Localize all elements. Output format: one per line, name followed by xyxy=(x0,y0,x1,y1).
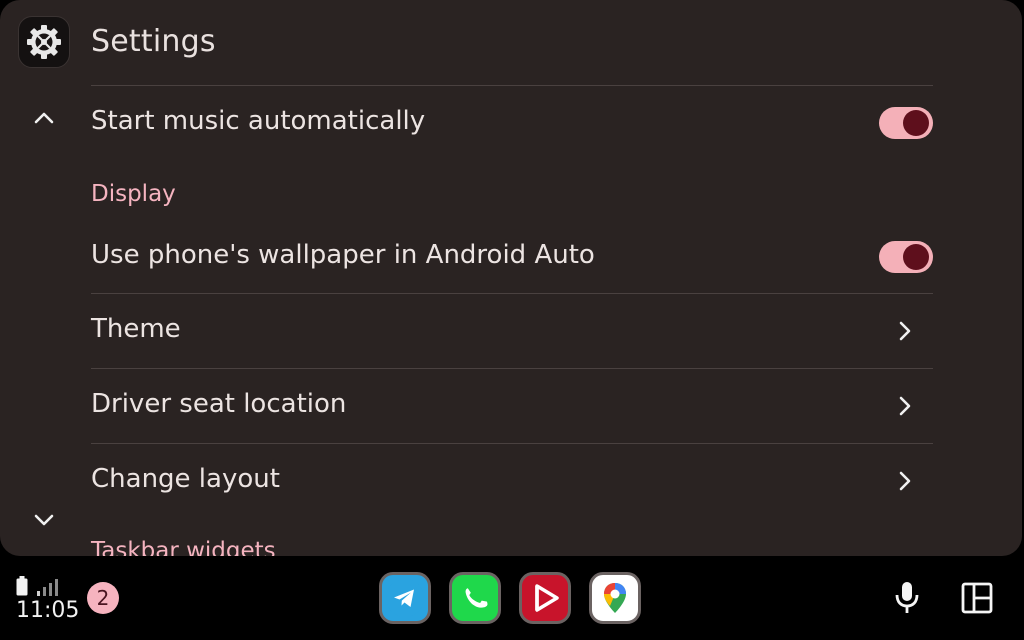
maps-pin-icon xyxy=(604,583,626,613)
signal-icon xyxy=(37,579,58,596)
theme-row[interactable] xyxy=(91,294,933,368)
start-music-toggle[interactable] xyxy=(879,107,933,139)
chevron-right-icon xyxy=(892,318,918,344)
telegram-app[interactable] xyxy=(379,572,431,624)
theme-label: Theme xyxy=(91,314,181,344)
chevron-right-icon xyxy=(892,468,918,494)
layout-button[interactable] xyxy=(957,578,997,618)
chevron-right-icon xyxy=(892,393,918,419)
page-title: Settings xyxy=(91,24,216,59)
toggle-knob xyxy=(903,244,929,270)
scroll-down-button[interactable] xyxy=(24,500,64,540)
phone-app[interactable] xyxy=(449,572,501,624)
taskbar-widgets-section-header: Taskbar widgets xyxy=(91,538,276,556)
chevron-up-icon xyxy=(34,112,54,124)
microphone-button[interactable] xyxy=(887,578,927,618)
divider xyxy=(91,85,933,86)
battery-icon xyxy=(16,576,28,596)
microphone-icon xyxy=(895,582,919,613)
toggle-knob xyxy=(903,110,929,136)
android-auto-screen: Settings Start music automatically Displ… xyxy=(0,0,1024,640)
maps-app[interactable] xyxy=(589,572,641,624)
driver-seat-label: Driver seat location xyxy=(91,389,347,419)
start-music-label: Start music automatically xyxy=(91,106,426,136)
settings-app-icon[interactable] xyxy=(18,16,70,68)
settings-panel: Settings Start music automatically Displ… xyxy=(0,0,1022,556)
scroll-up-button[interactable] xyxy=(24,98,64,138)
clock-time: 11:05 xyxy=(16,598,80,623)
notification-badge[interactable]: 2 xyxy=(87,582,119,614)
display-section-header: Display xyxy=(91,181,176,207)
telegram-icon xyxy=(386,579,424,617)
wallpaper-toggle[interactable] xyxy=(879,241,933,273)
gear-icon xyxy=(27,25,61,59)
phone-icon xyxy=(465,588,488,608)
change-layout-label: Change layout xyxy=(91,464,280,494)
layout-grid-icon xyxy=(961,582,993,614)
wallpaper-label: Use phone's wallpaper in Android Auto xyxy=(91,240,595,270)
chevron-down-icon xyxy=(34,514,54,526)
play-icon xyxy=(535,584,559,612)
video-app[interactable] xyxy=(519,572,571,624)
